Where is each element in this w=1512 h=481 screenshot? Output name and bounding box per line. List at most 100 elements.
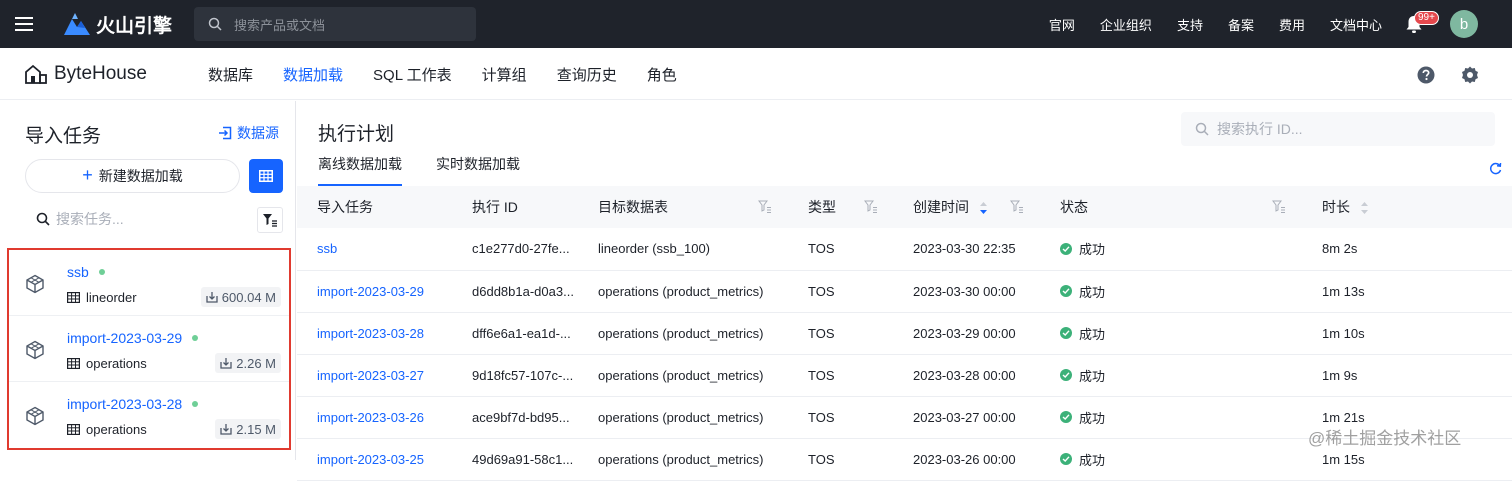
execution-id: ace9bf7d-bd95... (452, 396, 578, 439)
bytehouse-logo-icon (25, 64, 47, 84)
task-target-table: operations (67, 422, 147, 437)
filter-icon[interactable] (1010, 200, 1024, 213)
product-nav: ByteHouse 数据库 数据加载 SQL 工作表 计算组 查询历史 角色 (0, 48, 1512, 100)
created-time: 2023-03-30 22:35 (893, 228, 1040, 271)
sort-icon[interactable] (1360, 201, 1369, 215)
table-icon (259, 170, 273, 182)
table-row[interactable]: import-2023-03-27 9d18fc57-107c-... operat… (297, 354, 1512, 397)
login-arrow-icon (219, 126, 232, 140)
execution-search-input[interactable]: 搜索执行 ID... (1181, 112, 1495, 146)
execution-id: c1e277d0-27fe... (452, 228, 578, 271)
tab-offline-loading[interactable]: 离线数据加载 (318, 154, 402, 186)
execution-id: d6dd8b1a-d0a3... (452, 270, 578, 313)
avatar[interactable]: b (1450, 10, 1478, 38)
task-size-badge: 600.04 M (200, 287, 281, 307)
notification-badge: 99+ (1414, 11, 1439, 25)
nav-tab-database[interactable]: 数据库 (208, 64, 253, 85)
refresh-icon[interactable] (1489, 162, 1502, 175)
tab-realtime-loading[interactable]: 实时数据加载 (436, 154, 520, 186)
task-size-badge: 2.26 M (215, 353, 281, 373)
status-badge: 成功 (1040, 396, 1302, 439)
task-filter-button[interactable] (257, 207, 283, 233)
check-circle-icon (1060, 327, 1072, 339)
gear-icon[interactable] (1461, 66, 1479, 84)
list-item[interactable]: ssb lineorder 600.04 M (9, 250, 289, 316)
grid-view-button[interactable] (249, 159, 283, 193)
datasource-link[interactable]: 数据源 (218, 123, 279, 143)
task-link[interactable]: import-2023-03-26 (297, 396, 452, 439)
duration: 1m 9s (1302, 354, 1512, 397)
duration: 1m 13s (1302, 270, 1512, 313)
global-search-input[interactable]: 搜索产品或文档 (194, 7, 476, 41)
task-name[interactable]: import-2023-03-28 (67, 396, 182, 412)
load-type: TOS (788, 312, 893, 355)
table-row[interactable]: import-2023-03-29 d6dd8b1a-d0a3... operati… (297, 270, 1512, 313)
nav-tab-sql-worksheet[interactable]: SQL 工作表 (373, 64, 452, 85)
check-circle-icon (1060, 369, 1072, 381)
nav-tab-query-history[interactable]: 查询历史 (557, 64, 617, 85)
task-link[interactable]: import-2023-03-29 (297, 270, 452, 313)
cube-icon (26, 406, 44, 426)
brand-logo[interactable]: 火山引擎 (64, 11, 172, 38)
task-name[interactable]: ssb (67, 264, 89, 280)
target-table: lineorder (ssb_100) (578, 228, 788, 271)
duration: 8m 2s (1302, 228, 1512, 271)
search-icon (208, 17, 222, 31)
task-search-input[interactable]: 搜索任务... (36, 209, 124, 229)
created-time: 2023-03-26 00:00 (893, 438, 1040, 481)
bytehouse-logo[interactable]: ByteHouse (24, 63, 147, 85)
hamburger-menu-icon[interactable] (0, 0, 48, 48)
top-link-docs[interactable]: 文档中心 (1330, 15, 1382, 34)
table-icon (67, 358, 80, 369)
table-row[interactable]: ssb c1e277d0-27fe... lineorder (ssb_100) TO… (297, 228, 1512, 271)
datasource-label: 数据源 (237, 125, 279, 141)
task-link[interactable]: ssb (297, 228, 452, 271)
task-link[interactable]: import-2023-03-27 (297, 354, 452, 397)
product-nav-tabs: 数据库 数据加载 SQL 工作表 计算组 查询历史 角色 (208, 48, 707, 100)
execution-search-placeholder: 搜索执行 ID... (1217, 121, 1303, 137)
global-search-placeholder: 搜索产品或文档 (234, 17, 326, 33)
target-table: operations (product_metrics) (578, 354, 788, 397)
status-dot (192, 401, 199, 407)
list-item[interactable]: import-2023-03-28 operations 2.15 M (9, 382, 289, 448)
table-row[interactable]: import-2023-03-28 dff6e6a1-ea1d-... operat… (297, 312, 1512, 355)
column-header: 执行 ID (472, 199, 518, 215)
table-icon (67, 424, 80, 435)
top-link-official[interactable]: 官网 (1049, 15, 1075, 34)
help-icon[interactable] (1417, 66, 1435, 84)
top-link-billing[interactable]: 费用 (1279, 15, 1305, 34)
new-data-load-button[interactable]: + 新建数据加载 (25, 159, 240, 193)
top-link-org[interactable]: 企业组织 (1100, 15, 1152, 34)
sort-icon[interactable] (979, 201, 988, 215)
top-link-support[interactable]: 支持 (1177, 15, 1203, 34)
bytehouse-name: ByteHouse (54, 62, 147, 84)
nav-tab-compute-group[interactable]: 计算组 (482, 64, 527, 85)
cube-icon (26, 340, 44, 360)
cube-icon (26, 274, 44, 294)
load-type-tabs: 离线数据加载 实时数据加载 (318, 154, 554, 186)
status-badge: 成功 (1040, 228, 1302, 271)
task-link[interactable]: import-2023-03-25 (297, 438, 452, 481)
nav-tab-data-loading[interactable]: 数据加载 (283, 64, 343, 85)
target-table: operations (product_metrics) (578, 270, 788, 313)
volcano-logo-icon (64, 13, 90, 35)
top-link-filing[interactable]: 备案 (1228, 15, 1254, 34)
status-badge: 成功 (1040, 312, 1302, 355)
created-time: 2023-03-29 00:00 (893, 312, 1040, 355)
task-search-placeholder: 搜索任务... (56, 211, 124, 227)
task-name[interactable]: import-2023-03-29 (67, 330, 182, 346)
status-dot (98, 269, 105, 275)
duration: 1m 10s (1302, 312, 1512, 355)
filter-icon[interactable] (758, 200, 772, 213)
task-link[interactable]: import-2023-03-28 (297, 312, 452, 355)
load-type: TOS (788, 396, 893, 439)
nav-tab-roles[interactable]: 角色 (647, 64, 677, 85)
list-item[interactable]: import-2023-03-29 operations 2.26 M (9, 316, 289, 382)
filter-icon[interactable] (864, 200, 878, 213)
filter-icon[interactable] (1272, 200, 1286, 213)
load-type: TOS (788, 438, 893, 481)
task-table-name: operations (86, 356, 147, 371)
import-icon (206, 292, 218, 303)
top-bar: 火山引擎 搜索产品或文档 官网 企业组织 支持 备案 费用 文档中心 (0, 0, 1512, 48)
check-circle-icon (1060, 285, 1072, 297)
